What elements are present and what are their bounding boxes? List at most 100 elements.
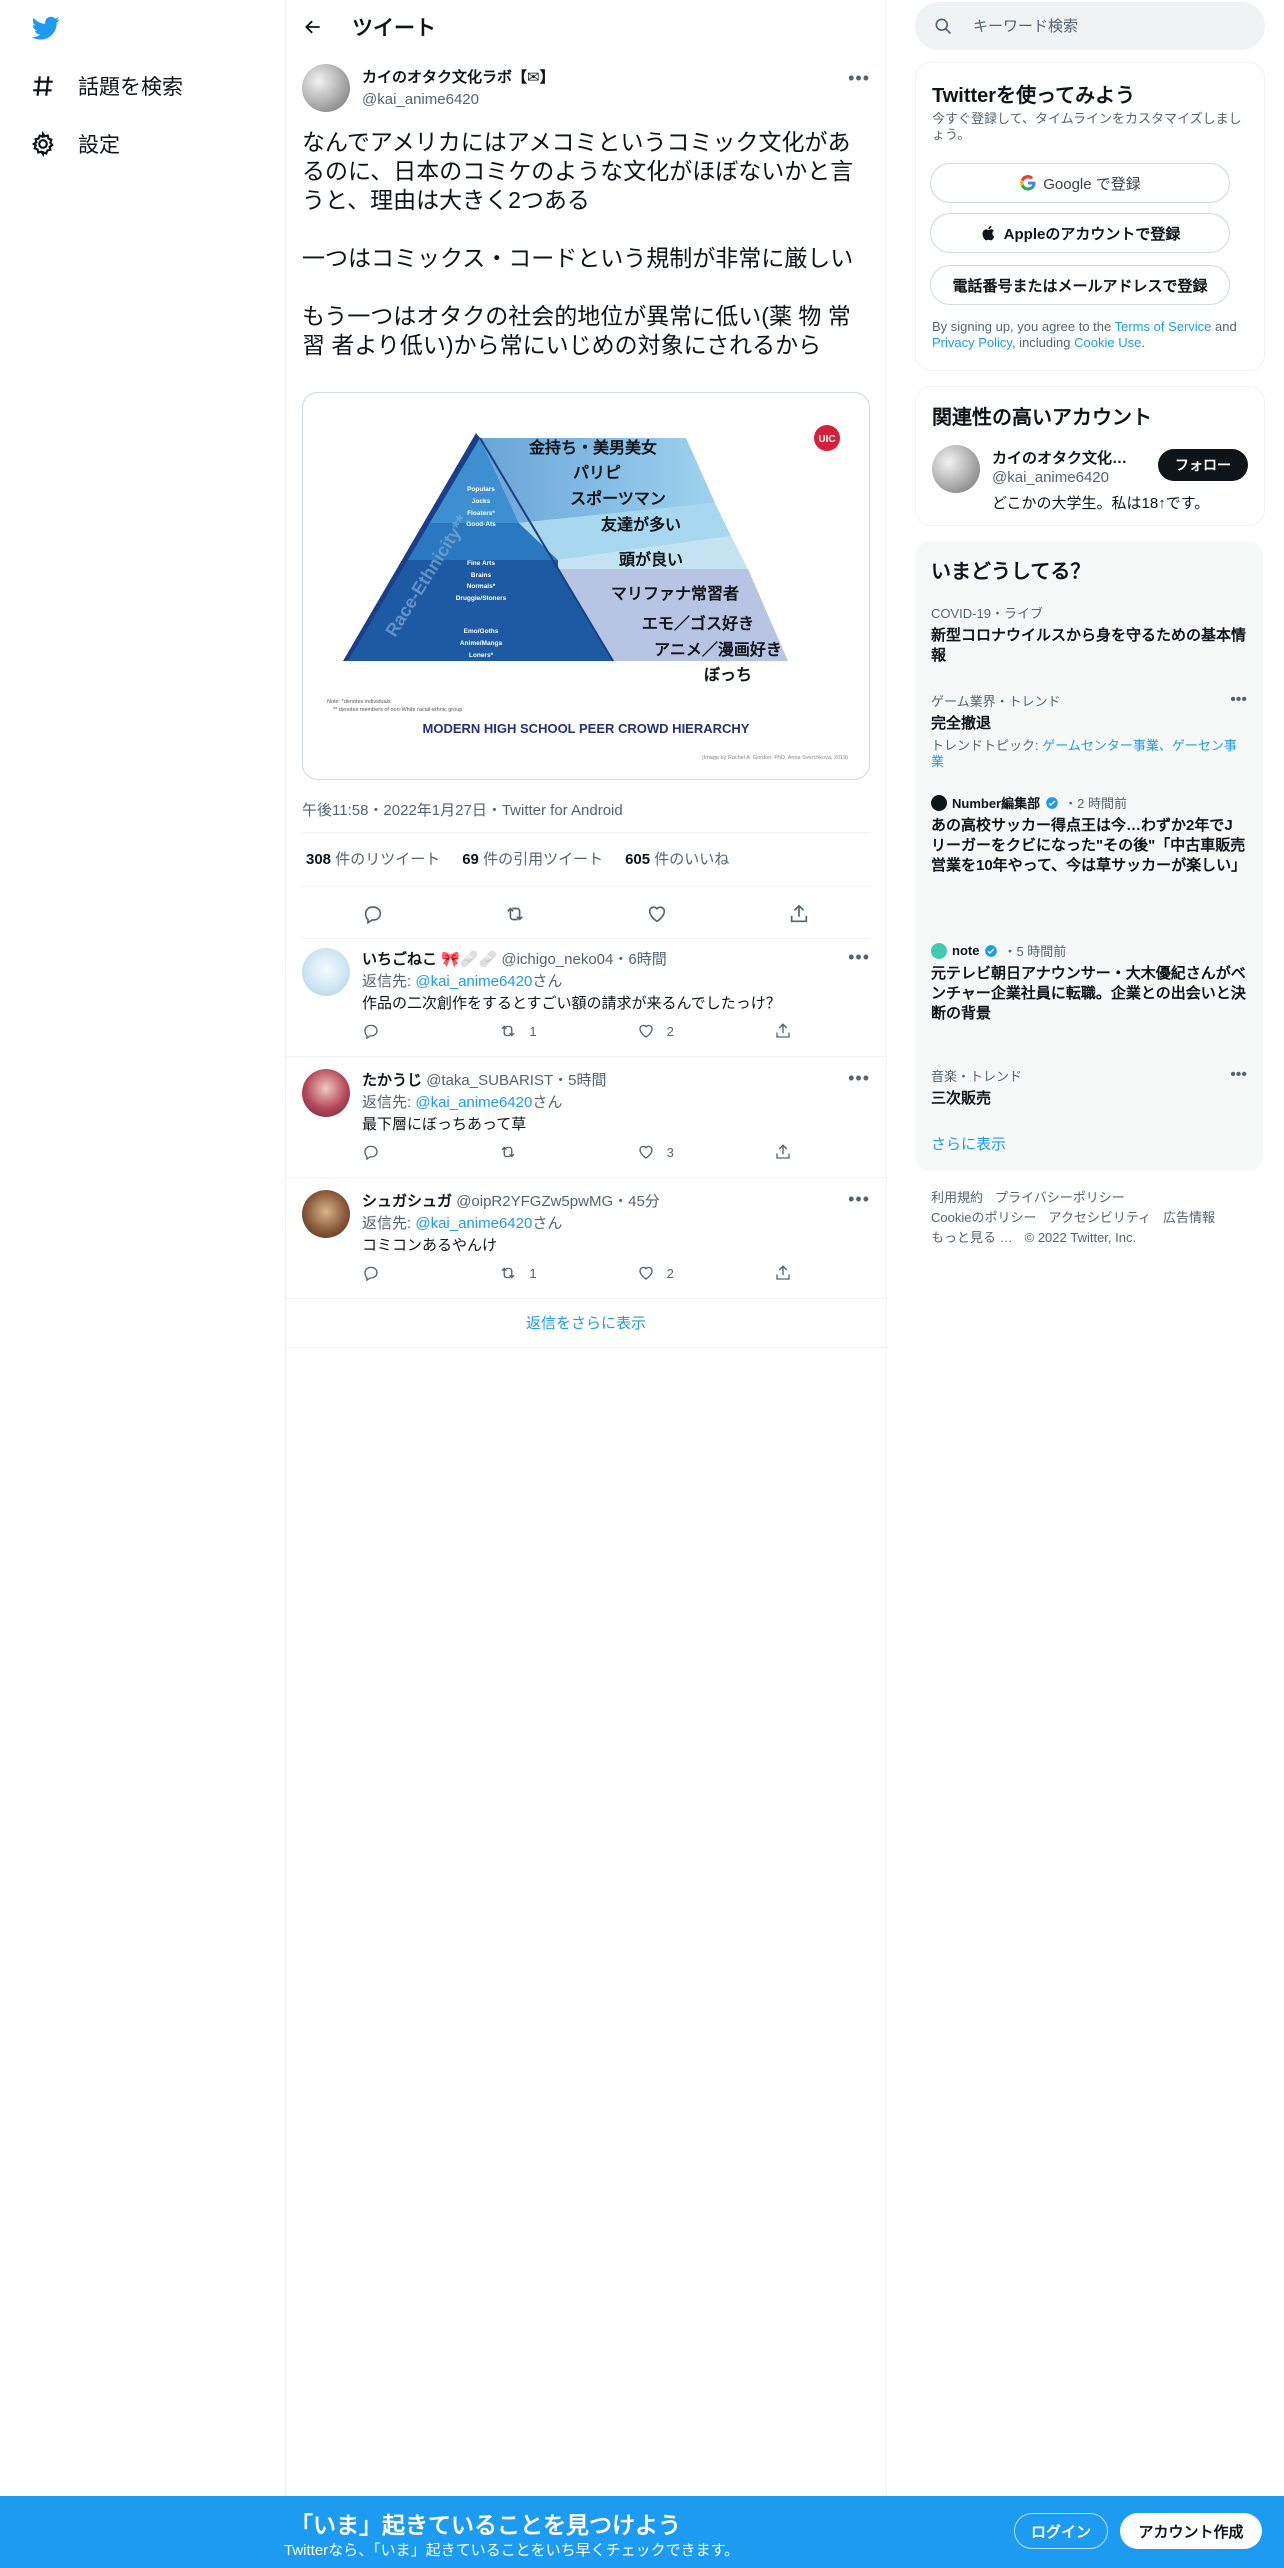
reply-author-handle[interactable]: @ichigo_neko04 [501, 951, 613, 968]
avatar[interactable] [302, 1190, 350, 1238]
tweet-meta[interactable]: 午後11:58・2022年1月27日・Twitter for Android [302, 799, 623, 820]
footer-link[interactable]: 広告情報 [1163, 1210, 1215, 1225]
phone-signup-button[interactable]: 電話番号またはメールアドレスで登録 [930, 265, 1230, 305]
avatar[interactable] [932, 445, 980, 493]
more-options-icon[interactable]: ••• [1230, 691, 1247, 709]
search-icon [935, 18, 952, 35]
signup-title: Twitterを使ってみよう [932, 85, 1136, 107]
nav-explore[interactable]: 話題を検索 [30, 66, 183, 106]
group-label: Loners* [469, 652, 494, 659]
apple-signup-button[interactable]: Appleのアカウントで登録 [930, 213, 1230, 253]
more-options-icon[interactable]: ••• [1230, 1066, 1247, 1084]
more-options-icon[interactable]: ••• [848, 947, 870, 968]
terms-link[interactable]: Terms of Service [1115, 319, 1212, 334]
reply-header: たかうじ @taka_SUBARIST・5時間 [362, 1069, 606, 1090]
retweet-icon [501, 1146, 515, 1158]
reply-time[interactable]: ・6時間 [613, 951, 666, 968]
share-button[interactable] [774, 1264, 794, 1282]
mention-link[interactable]: @kai_anime6420 [415, 1215, 532, 1232]
author-name[interactable]: カイのオタク文化ラボ【✉】 [362, 66, 555, 87]
reply-time[interactable]: ・45分 [613, 1193, 660, 1210]
reply-item[interactable]: たかうじ @taka_SUBARIST・5時間 ••• 返信先: @kai_an… [286, 1056, 886, 1178]
bottom-signup-bar: 「いま」起きていることを見つけよう Twitterなら、「いま」起きていることを… [0, 2496, 1284, 2568]
reply-item[interactable]: いちごねこ 🎀🩹🩹 @ichigo_neko04・6時間 ••• 返信先: @k… [286, 935, 886, 1057]
signup-terms: By signing up, you agree to the Terms of… [932, 319, 1237, 350]
reply-button[interactable] [362, 1022, 422, 1040]
reply-author-handle[interactable]: @taka_SUBARIST [426, 1072, 553, 1089]
avatar[interactable] [302, 1069, 350, 1117]
share-button[interactable] [774, 1143, 794, 1161]
more-options-icon[interactable]: ••• [848, 1189, 870, 1210]
share-button[interactable] [774, 1022, 794, 1040]
search-box[interactable] [915, 2, 1265, 50]
trend-item[interactable]: ゲーム業界・トレンド 完全撤退 トレンドトピック: ゲームセンター事業、ゲーセン… [931, 691, 1247, 770]
share-icon[interactable] [788, 903, 810, 925]
nav-settings[interactable]: 設定 [30, 124, 120, 164]
show-more-replies-button[interactable]: 返信をさらに表示 [286, 1297, 886, 1348]
google-icon [1020, 174, 1036, 191]
reply-actions: 1 2 [362, 1264, 794, 1282]
trend-item[interactable]: 音楽・トレンド 三次販売 ••• [931, 1066, 1247, 1109]
retweet-button[interactable]: 1 [499, 1022, 559, 1040]
trend-title: 元テレビ朝日アナウンサー・大木優紀さんがベンチャー企業社員に転職。企業との出会い… [931, 965, 1246, 1022]
trend-item[interactable]: note ・5 時間前 元テレビ朝日アナウンサー・大木優紀さんがベンチャー企業社… [931, 941, 1247, 1024]
reply-author-name[interactable]: たかうじ [362, 1072, 422, 1089]
verified-badge-icon [985, 944, 998, 957]
google-signup-button[interactable]: Google で登録 [930, 163, 1230, 203]
share-icon [776, 1265, 790, 1280]
retweet-button[interactable]: 1 [499, 1264, 559, 1282]
trend-item[interactable]: COVID-19・ライブ 新型コロナウイルスから身を守るための基本情報 [931, 603, 1247, 666]
trend-topics: トレンドトピック: ゲームセンター事業、ゲーセン事業 [931, 738, 1237, 769]
tweet-image[interactable]: UIC 金持ち・美男美女 パリピ スポーツマン 友達が多い 頭が良い マリファナ… [302, 392, 870, 780]
related-account-name[interactable]: カイのオタク文化ラボ【✉】 [992, 447, 1142, 468]
privacy-link[interactable]: Privacy Policy [932, 335, 1012, 350]
reply-author-name[interactable]: シュガシュガ [362, 1193, 452, 1210]
reply-header: いちごねこ 🎀🩹🩹 @ichigo_neko04・6時間 [362, 948, 667, 969]
reply-icon[interactable] [362, 903, 384, 925]
footer-link[interactable]: 利用規約 [931, 1190, 983, 1205]
like-button[interactable]: 2 [637, 1264, 697, 1282]
footer-link[interactable]: プライバシーポリシー [995, 1190, 1125, 1205]
reply-button[interactable] [362, 1264, 422, 1282]
reply-text: 作品の二次創作をするとすごい額の請求が来るんでしたっけ？ [362, 995, 781, 1012]
reply-author-handle[interactable]: @oipR2YFGZw5pwMG [456, 1193, 613, 1210]
related-account-handle[interactable]: @kai_anime6420 [992, 469, 1109, 486]
show-more-trends-link[interactable]: さらに表示 [931, 1133, 1006, 1154]
like-icon[interactable] [646, 903, 668, 925]
author-handle[interactable]: @kai_anime6420 [362, 91, 555, 108]
back-button[interactable] [296, 10, 330, 44]
quote-stat[interactable]: 69 件の引用ツイート [462, 848, 603, 869]
like-stat[interactable]: 605 件のいいね [625, 848, 729, 869]
page-header: ツイート [286, 0, 886, 53]
follow-button[interactable]: フォロー [1158, 449, 1248, 481]
reply-time[interactable]: ・5時間 [553, 1072, 606, 1089]
reply-icon [364, 1024, 378, 1040]
more-options-icon[interactable]: ••• [848, 68, 870, 89]
avatar[interactable] [302, 948, 350, 996]
author-avatar[interactable] [302, 64, 350, 112]
mention-link[interactable]: @kai_anime6420 [415, 973, 532, 990]
retweet-button[interactable] [499, 1143, 559, 1161]
twitter-logo-icon[interactable] [30, 14, 66, 44]
more-options-icon[interactable]: ••• [848, 1068, 870, 1089]
cookie-link[interactable]: Cookie Use [1074, 335, 1141, 350]
mention-link[interactable]: @kai_anime6420 [415, 1094, 532, 1111]
footer-link[interactable]: Cookieのポリシー [931, 1210, 1036, 1225]
footer-link[interactable]: もっと見る … [931, 1230, 1013, 1245]
footer-link[interactable]: アクセシビリティ [1048, 1210, 1151, 1225]
retweet-icon[interactable] [504, 903, 526, 925]
like-button[interactable]: 2 [637, 1022, 697, 1040]
like-button[interactable]: 3 [637, 1143, 697, 1161]
trend-source: Number編集部 ・2 時間前 [931, 793, 1247, 812]
reply-item[interactable]: シュガシュガ @oipR2YFGZw5pwMG・45分 ••• 返信先: @ka… [286, 1177, 886, 1299]
reply-author-name[interactable]: いちごねこ 🎀🩹🩹 [362, 951, 497, 968]
author-info[interactable]: カイのオタク文化ラボ【✉】 @kai_anime6420 [362, 66, 555, 108]
tier-label: パリピ [573, 463, 621, 482]
create-account-button[interactable]: アカウント作成 [1120, 2513, 1262, 2549]
login-button[interactable]: ログイン [1014, 2513, 1108, 2549]
reply-button[interactable] [362, 1143, 422, 1161]
nav-explore-label: 話題を検索 [78, 76, 183, 99]
retweet-stat[interactable]: 308 件のリツイート [306, 848, 440, 869]
search-input[interactable] [971, 16, 1245, 36]
trend-item[interactable]: Number編集部 ・2 時間前 あの高校サッカー得点王は今…わずか2年でJリー… [931, 793, 1247, 876]
